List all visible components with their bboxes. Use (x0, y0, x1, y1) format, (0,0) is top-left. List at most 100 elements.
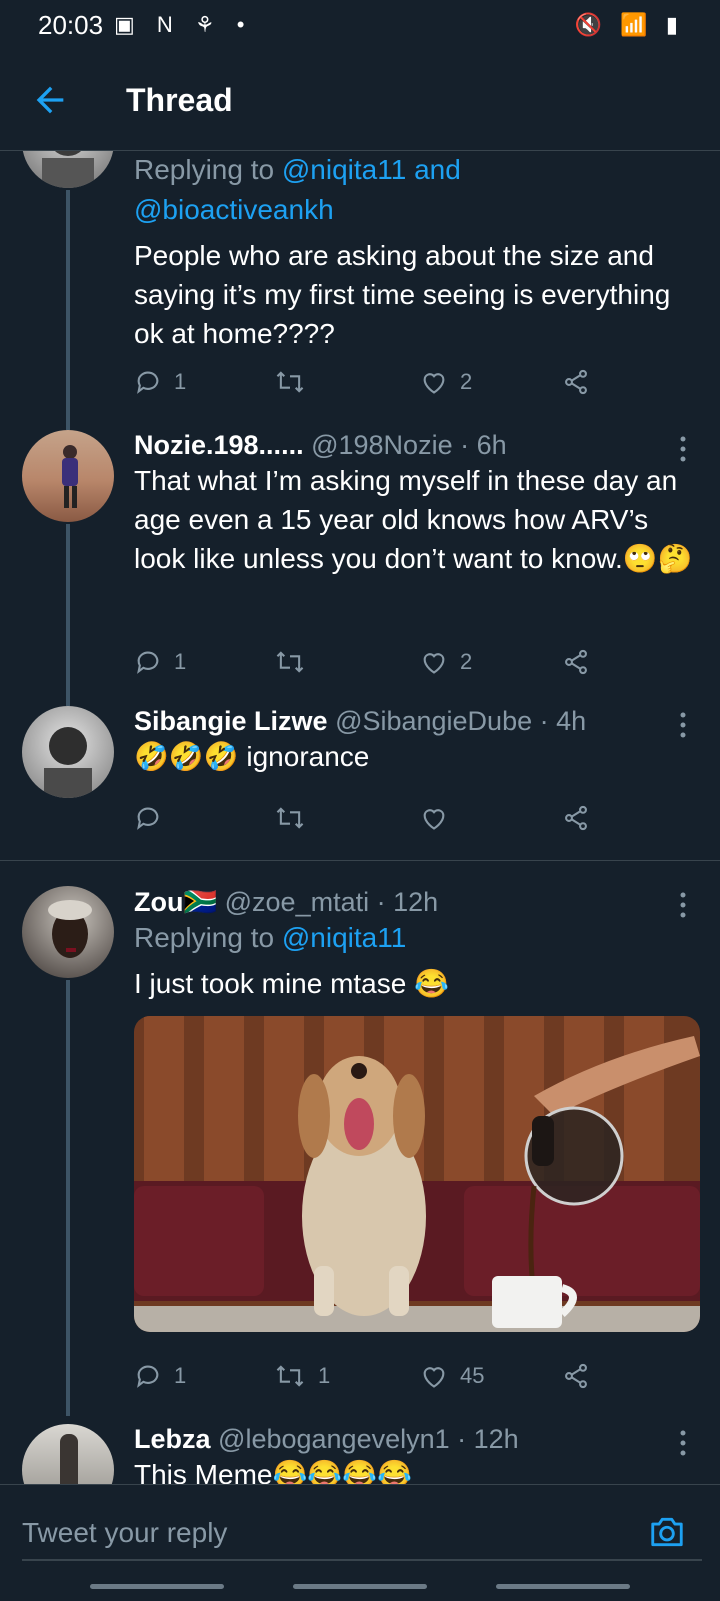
like-count: 2 (460, 369, 473, 394)
avatar-photo (62, 445, 78, 508)
avatar-photo (42, 150, 94, 188)
reply-button[interactable]: 1 (134, 1356, 186, 1396)
share-button[interactable] (562, 362, 602, 402)
author-handle[interactable]: @lebogangevelyn1 (218, 1424, 450, 1454)
author-name[interactable]: Sibangie Lizwe (134, 706, 328, 736)
share-icon (565, 1363, 587, 1389)
reply-icon (137, 807, 159, 830)
tweet-meta: Lebza @lebogangevelyn1 · 12h (134, 1424, 700, 1455)
thread-feed[interactable]: Replying to @niqita11 and @bioactiveankh… (0, 150, 720, 1484)
share-icon (565, 649, 587, 675)
tweet-body: This Meme (134, 1459, 273, 1484)
replying-label: Replying to (134, 922, 275, 953)
tweet-body: I just took mine mtase (134, 968, 407, 999)
retweet-button[interactable] (274, 642, 318, 682)
tweet-media-image[interactable] (134, 1016, 700, 1332)
like-button[interactable] (420, 798, 460, 838)
tweet-text: This Meme😂😂😂😂 (134, 1455, 700, 1484)
mention-link[interactable]: @niqita11 (282, 922, 406, 953)
replying-label: Replying to (134, 154, 275, 185)
tweet-text: 🤣🤣🤣 ignorance (134, 737, 700, 776)
more-icon[interactable] (678, 1428, 688, 1458)
reply-count: 1 (174, 369, 187, 394)
tweet-emojis: 😂😂😂😂 (272, 1459, 412, 1484)
tweet-time: · 12h (376, 887, 439, 917)
like-button[interactable]: 2 (420, 362, 472, 402)
retweet-button[interactable]: 1 (274, 1356, 330, 1396)
status-time: 20:03 (38, 10, 104, 40)
reply-count: 1 (174, 1363, 187, 1388)
tweet-actions: 1 2 (134, 362, 614, 402)
tweet-emojis: 🙄🤔 (622, 543, 693, 574)
camera-icon[interactable] (648, 1513, 686, 1551)
share-button[interactable] (562, 798, 602, 838)
share-icon (565, 805, 587, 831)
avatar[interactable] (22, 706, 114, 798)
avatar-photo (60, 1434, 78, 1484)
notification-icons: ▣ N ⚘ • (114, 12, 253, 37)
tweet-body: That what I’m asking myself in these day… (134, 465, 678, 574)
author-handle[interactable]: @SibangieDube (335, 706, 532, 736)
header-bar: Thread (0, 54, 720, 151)
avatar[interactable] (22, 430, 114, 522)
tweet-actions: 1 2 (134, 642, 614, 682)
tweet-time: · 12h (457, 1424, 519, 1454)
like-icon (423, 653, 445, 674)
avatar[interactable] (22, 886, 114, 978)
more-icon[interactable] (678, 890, 688, 920)
more-icon[interactable] (678, 710, 688, 740)
reply-button[interactable]: 1 (134, 642, 186, 682)
share-button[interactable] (562, 1356, 602, 1396)
tweet[interactable]: Sibangie Lizwe @SibangieDube · 4h 🤣🤣🤣 ig… (0, 706, 720, 846)
retweet-button[interactable] (274, 798, 318, 838)
like-count: 2 (460, 649, 473, 674)
tweet[interactable]: Zou🇿🇦 @zoe_mtati · 12h Replying to @niqi… (0, 886, 720, 1416)
more-icon[interactable] (678, 434, 688, 464)
nav-bar-pill (496, 1584, 630, 1589)
retweet-icon (276, 807, 304, 829)
like-icon (423, 1367, 445, 1388)
reply-icon (137, 371, 159, 394)
replying-to: Replying to @niqita11 and @bioactiveankh (134, 150, 700, 230)
mention-and: and (406, 154, 461, 185)
thread-line (66, 524, 70, 706)
like-icon (423, 809, 445, 830)
tweet-actions: 1 1 45 (134, 1356, 614, 1396)
reply-button[interactable]: 1 (134, 362, 186, 402)
reply-button[interactable] (134, 798, 174, 838)
tweet[interactable]: Lebza @lebogangevelyn1 · 12h This Meme😂😂… (0, 1424, 720, 1484)
retweet-count: 1 (318, 1363, 331, 1388)
like-button[interactable]: 45 (420, 1356, 484, 1396)
like-button[interactable]: 2 (420, 642, 472, 682)
tweet[interactable]: Nozie.198...... @198Nozie · 6h That what… (0, 430, 720, 706)
tweet-text: People who are asking about the size and… (134, 240, 671, 349)
author-handle[interactable]: @zoe_mtati (225, 887, 369, 917)
nav-bar-pill (90, 1584, 224, 1589)
share-icon (565, 369, 587, 395)
reply-input[interactable]: Tweet your reply (22, 1507, 702, 1561)
author-name[interactable]: Nozie.198...... (134, 430, 304, 460)
avatar[interactable] (22, 1424, 114, 1484)
system-icons: 🔇 📶 ▮ (574, 12, 684, 37)
share-button[interactable] (562, 642, 602, 682)
tweet-emojis: 🤣🤣🤣 (134, 741, 239, 772)
mention-link[interactable]: @bioactiveankh (134, 194, 334, 225)
back-arrow-icon[interactable] (30, 80, 70, 120)
status-bar: 20:03 ▣ N ⚘ • 🔇 📶 ▮ (0, 0, 720, 54)
avatar[interactable] (22, 150, 114, 188)
tweet-meta: Sibangie Lizwe @SibangieDube · 4h (134, 706, 700, 737)
author-name[interactable]: Zou (134, 887, 183, 917)
tweet-emojis: 😂 (414, 968, 449, 999)
tweet-text: I just took mine mtase 😂 (134, 964, 700, 1003)
divider (0, 860, 720, 861)
author-name[interactable]: Lebza (134, 1424, 211, 1454)
author-handle[interactable]: @198Nozie (311, 430, 453, 460)
retweet-button[interactable] (274, 362, 318, 402)
tweet-body: ignorance (246, 741, 370, 772)
like-icon (423, 373, 445, 394)
tweet-time: · 6h (460, 430, 507, 460)
tweet[interactable]: Replying to @niqita11 and @bioactiveankh… (0, 150, 720, 430)
thread-line (66, 190, 70, 430)
mention-link[interactable]: @niqita11 (282, 154, 406, 185)
page-title: Thread (126, 82, 233, 118)
